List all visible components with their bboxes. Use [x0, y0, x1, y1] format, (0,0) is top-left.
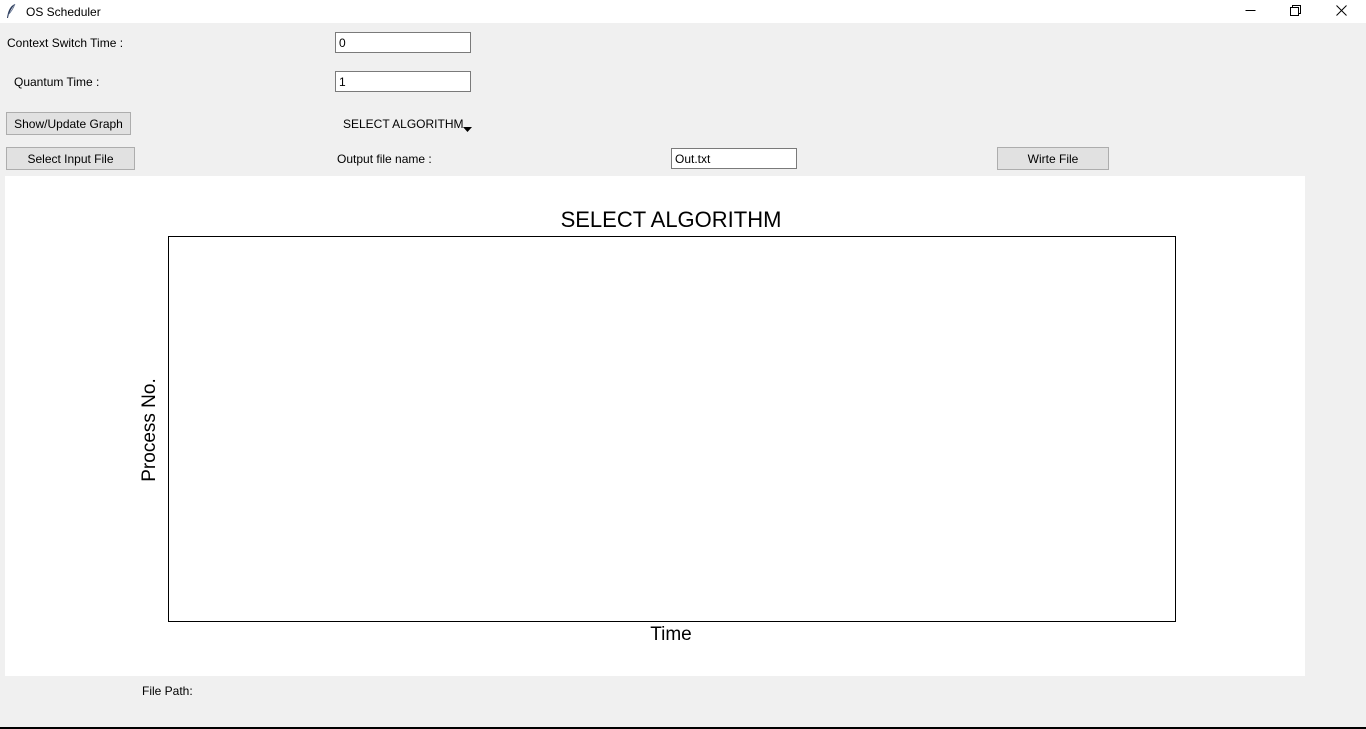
minimize-icon [1245, 5, 1256, 19]
restore-button[interactable] [1272, 0, 1318, 23]
close-icon [1335, 4, 1347, 19]
y-axis-label: Process No. [139, 378, 160, 482]
file-path-label: File Path: [142, 684, 193, 698]
context-switch-label: Context Switch Time : [7, 36, 124, 50]
close-button[interactable] [1318, 0, 1364, 23]
restore-icon [1289, 4, 1301, 19]
context-switch-input[interactable] [335, 32, 471, 53]
chevron-down-icon [463, 121, 472, 135]
plot-area [168, 236, 1176, 622]
algorithm-dropdown[interactable]: SELECT ALGORITHM [335, 113, 477, 135]
minimize-button[interactable] [1227, 0, 1273, 23]
quantum-time-input[interactable] [335, 71, 471, 92]
chart-title: SELECT ALGORITHM [560, 207, 782, 232]
window-title: OS Scheduler [26, 5, 101, 19]
select-input-file-button[interactable]: Select Input File [6, 147, 135, 170]
output-file-label: Output file name : [337, 152, 432, 166]
output-file-input[interactable] [671, 148, 797, 169]
show-update-graph-button[interactable]: Show/Update Graph [6, 112, 131, 135]
feather-icon [5, 3, 17, 19]
chart-canvas: SELECT ALGORITHM Time Process No. [5, 176, 1305, 676]
quantum-time-label: Quantum Time : [14, 75, 100, 89]
write-file-button[interactable]: Wirte File [997, 147, 1109, 170]
x-axis-label: Time [650, 624, 692, 645]
algorithm-selected: SELECT ALGORITHM [343, 117, 464, 131]
title-bar: OS Scheduler [0, 0, 1366, 23]
